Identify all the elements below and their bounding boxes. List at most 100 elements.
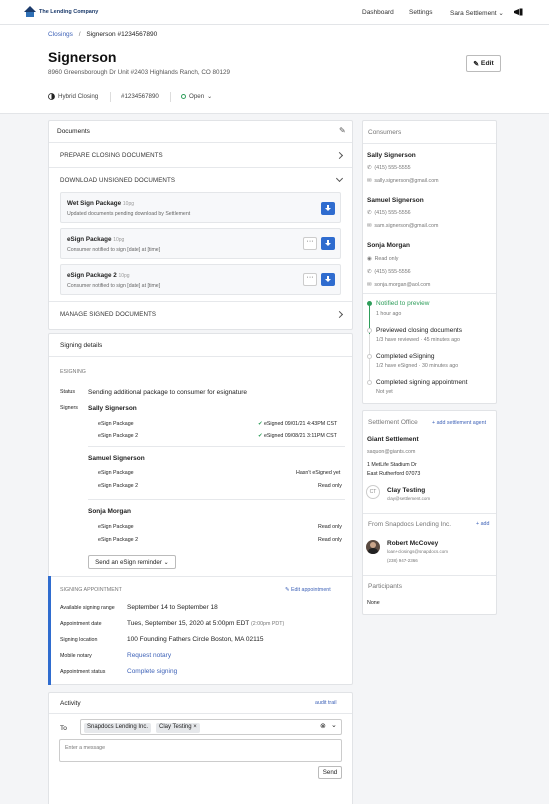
prepare-documents-label: PREPARE CLOSING DOCUMENTS bbox=[60, 152, 163, 159]
breadcrumb-closings[interactable]: Closings bbox=[48, 31, 73, 38]
add-lender-link[interactable]: + add bbox=[476, 521, 489, 527]
appointment-status-label: Appointment status bbox=[60, 669, 106, 675]
nav-settings[interactable]: Settings bbox=[409, 9, 433, 16]
download-icon[interactable] bbox=[321, 237, 335, 250]
signing-details-title: Signing details bbox=[60, 342, 103, 349]
signer-name: Sonja Morgan bbox=[88, 508, 131, 515]
pencil-icon[interactable]: ✎ bbox=[339, 126, 346, 135]
signer-package: eSign Package bbox=[98, 421, 134, 427]
parties-card: Settlement Office + add settlement agent… bbox=[362, 410, 497, 615]
recipient-chip: Clay Testing × bbox=[156, 723, 200, 733]
close-icon[interactable]: × bbox=[193, 724, 197, 730]
participants-value: None bbox=[367, 600, 380, 606]
breadcrumb: Closings / Signerson #1234567890 bbox=[48, 31, 157, 38]
agent-name: Clay Testing bbox=[387, 487, 426, 494]
chevron-right-icon bbox=[335, 151, 344, 160]
signing-details-card: Signing details ESIGNING Status Sending … bbox=[48, 333, 353, 685]
consumers-card: Consumers Sally Signerson ✆ (415) 555-55… bbox=[362, 120, 497, 404]
signer-package: eSign Package 2 bbox=[98, 537, 139, 543]
open-status-icon bbox=[181, 94, 186, 99]
top-bar: The Lending Company Dashboard Settings S… bbox=[0, 0, 549, 25]
package-item: Wet Sign Package 10pg Updated documents … bbox=[60, 192, 341, 223]
nav-user-menu[interactable]: Sara Settlement ⌄ bbox=[450, 9, 504, 17]
meta-divider bbox=[110, 92, 111, 102]
signers-label: Signers bbox=[60, 405, 78, 411]
edit-button[interactable]: ✎ Edit bbox=[466, 55, 501, 72]
divider bbox=[363, 513, 496, 514]
appointment-title: SIGNING APPOINTMENT bbox=[60, 587, 122, 593]
lender-contact-phone: (238) 947-2366 bbox=[387, 558, 418, 563]
meta-divider bbox=[170, 92, 171, 102]
clear-icon[interactable]: ⊗ bbox=[320, 722, 326, 730]
consumer-phone: ✆ (415) 555-5555 bbox=[367, 165, 411, 171]
edit-appointment-link[interactable]: ✎ Edit appointment bbox=[285, 587, 331, 593]
package-status: Consumer notified to sign [date] at [tim… bbox=[67, 283, 161, 289]
download-icon[interactable] bbox=[321, 202, 335, 215]
consumer-email: ✉ sam.signerson@gmail.com bbox=[367, 223, 439, 229]
signer-name: Samuel Signerson bbox=[88, 455, 145, 462]
timeline-title: Notified to preview bbox=[376, 300, 430, 307]
divider bbox=[88, 499, 345, 500]
send-button[interactable]: Send bbox=[318, 766, 342, 779]
manage-documents-label: MANAGE SIGNED DOCUMENTS bbox=[60, 311, 157, 318]
esigning-label: ESIGNING bbox=[60, 369, 86, 375]
documents-card: Documents ✎ PREPARE CLOSING DOCUMENTS DO… bbox=[48, 120, 353, 330]
eye-icon: ◉ bbox=[367, 256, 372, 262]
consumer-readonly: ◉ Read only bbox=[367, 256, 399, 262]
package-name: Wet Sign Package 10pg bbox=[67, 200, 135, 207]
request-notary-link[interactable]: Request notary bbox=[127, 652, 171, 659]
divider bbox=[49, 142, 352, 143]
consumer-email: ✉ sally.signerson@gmail.com bbox=[367, 178, 439, 184]
timeline-sub: 1/3 have reviewed · 45 minutes ago bbox=[376, 337, 460, 343]
date-label: Appointment date bbox=[60, 621, 102, 627]
status-dropdown[interactable]: Open ⌄ bbox=[181, 93, 212, 100]
agent-email: clay@settlement.com bbox=[387, 496, 431, 501]
status-label: Open bbox=[189, 93, 205, 100]
chevron-down-icon bbox=[335, 174, 344, 183]
phone-icon: ✆ bbox=[367, 165, 372, 171]
message-input[interactable]: Enter a message bbox=[59, 739, 342, 762]
lender-title: From Snapdocs Lending Inc. bbox=[368, 521, 452, 528]
chevron-down-icon: ⌄ bbox=[498, 10, 504, 17]
signer-package-status: Read only bbox=[318, 537, 342, 543]
timeline-title: Previewed closing documents bbox=[376, 327, 462, 334]
signer-package-status: ✔ eSigned 09/08/21 3:11PM CST bbox=[258, 433, 337, 439]
property-address: 8960 Greensborough Dr Unit #2403 Highlan… bbox=[48, 69, 231, 76]
download-icon[interactable] bbox=[321, 273, 335, 286]
megaphone-icon[interactable] bbox=[513, 8, 524, 16]
location-value: 100 Founding Fathers Circle Boston, MA 0… bbox=[127, 636, 264, 643]
complete-signing-link[interactable]: Complete signing bbox=[127, 668, 177, 675]
divider bbox=[88, 446, 345, 447]
signer-package: eSign Package 2 bbox=[98, 483, 139, 489]
audit-trail-link[interactable]: audit trail bbox=[315, 700, 337, 706]
package-item: eSign Package 10pg Consumer notified to … bbox=[60, 228, 341, 259]
consumers-title: Consumers bbox=[368, 129, 402, 136]
mail-icon: ✉ bbox=[367, 178, 372, 184]
consumer-phone: ✆ (415) 555-5556 bbox=[367, 269, 411, 275]
documents-title: Documents bbox=[57, 128, 90, 135]
nav-dashboard[interactable]: Dashboard bbox=[362, 9, 394, 16]
recipient-chip: Snapdocs Lending Inc. bbox=[84, 723, 152, 733]
brand-logo[interactable]: The Lending Company bbox=[24, 6, 98, 17]
brand-name: The Lending Company bbox=[39, 8, 99, 15]
timeline-dot bbox=[367, 328, 372, 333]
send-reminder-button[interactable]: Send an eSign reminder ⌄ bbox=[88, 555, 176, 569]
edit-button-label: Edit bbox=[480, 60, 494, 67]
signer-package-status: ✔ eSigned 09/01/21 4:43PM CST bbox=[258, 421, 338, 427]
add-settlement-agent-link[interactable]: + add settlement agent bbox=[432, 420, 486, 426]
participants-title: Participants bbox=[368, 583, 402, 590]
consumer-name: Sally Signerson bbox=[367, 152, 416, 159]
appointment-accent-bar bbox=[48, 576, 51, 685]
chevron-down-icon[interactable]: ⌄ bbox=[331, 721, 337, 729]
consumer-phone: ✆ (415) 555-5556 bbox=[367, 210, 411, 216]
more-options-icon[interactable]: ··· bbox=[303, 237, 317, 250]
signer-package-status: Hasn't eSigned yet bbox=[296, 470, 341, 476]
signer-package-status: Read only bbox=[318, 483, 342, 489]
closing-type-label: Hybrid Closing bbox=[58, 93, 99, 100]
pencil-icon: ✎ bbox=[473, 60, 479, 68]
agent-avatar: CT bbox=[366, 485, 380, 499]
date-value: Tues, September 15, 2020 at 5:00pm EDT (… bbox=[127, 620, 285, 627]
more-options-icon[interactable]: ··· bbox=[303, 273, 317, 286]
timeline-sub: 1/2 have eSigned · 30 minutes ago bbox=[376, 363, 459, 369]
settlement-address-line1: 1 MetLife Stadium Dr bbox=[367, 462, 417, 468]
